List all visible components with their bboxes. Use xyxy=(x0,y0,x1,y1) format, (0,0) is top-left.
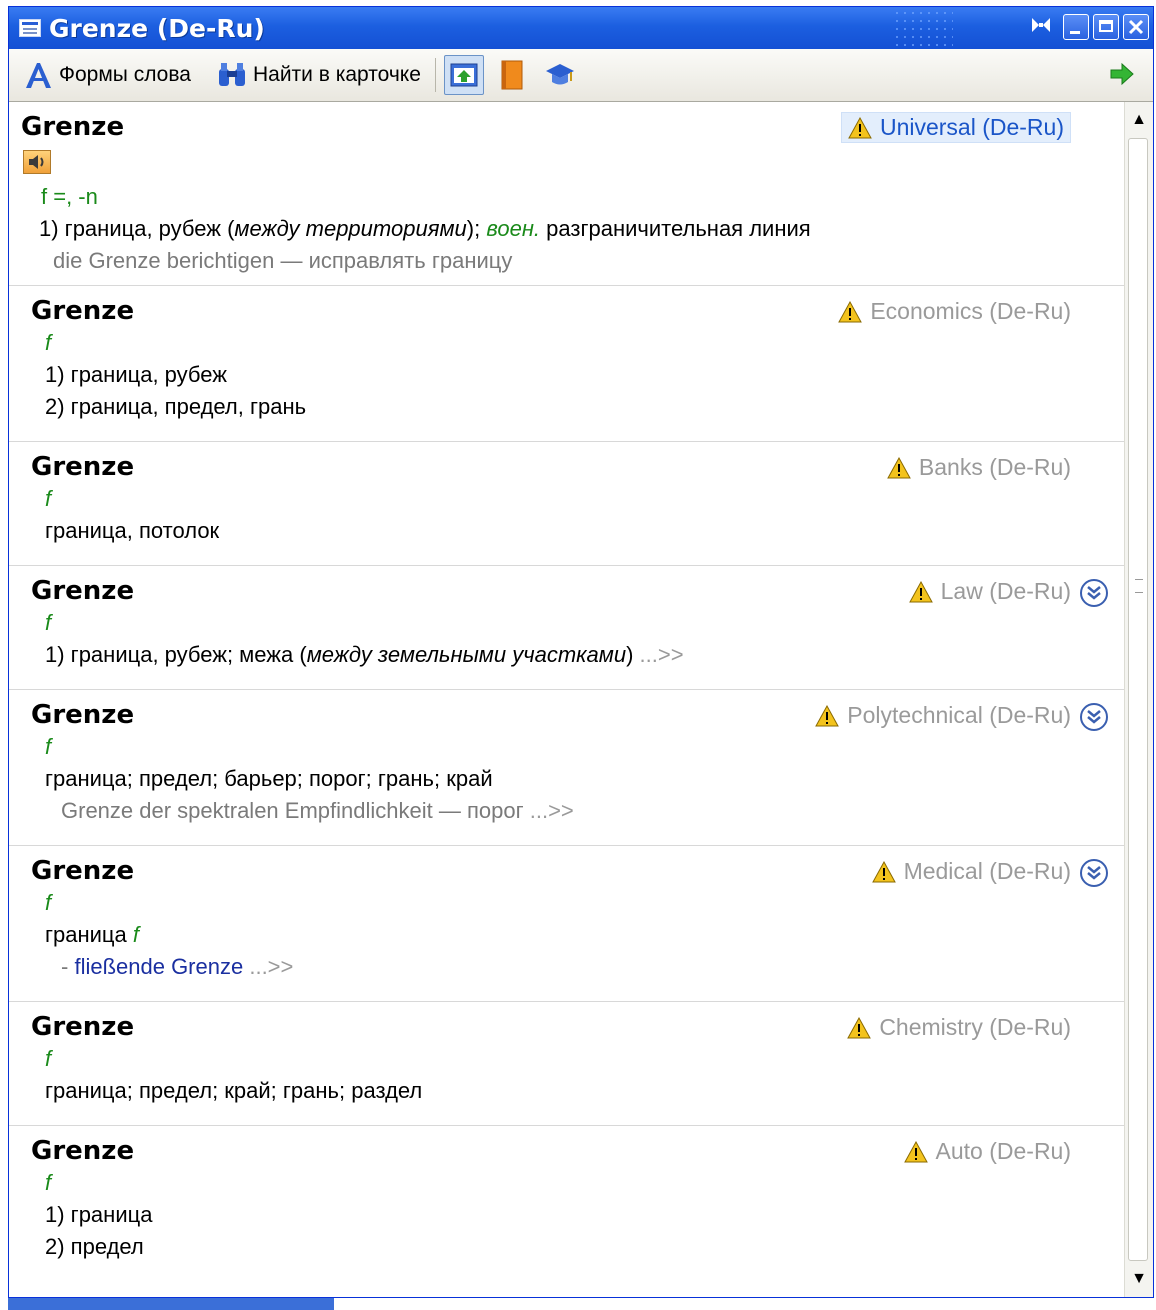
dictionary-button[interactable] xyxy=(492,55,532,95)
warning-icon xyxy=(903,1140,928,1162)
window-title: Grenze (De-Ru) xyxy=(49,13,265,43)
scroll-up-button[interactable]: ▲ xyxy=(1129,110,1149,130)
title-bar[interactable]: Grenze (De-Ru) xyxy=(9,7,1153,49)
sense-1: граница; предел; барьер; порог; грань; к… xyxy=(45,766,493,791)
card-up-icon xyxy=(450,63,478,87)
grammar-info: f xyxy=(45,486,52,511)
headword: Grenze xyxy=(31,576,135,606)
warning-icon xyxy=(815,704,840,726)
warning-icon xyxy=(838,300,863,322)
expand-chevron-icon[interactable] xyxy=(1079,858,1109,888)
sound-icon[interactable] xyxy=(23,150,51,174)
more-link[interactable]: ...>> xyxy=(640,642,684,667)
phrase-link[interactable]: fließende Grenze xyxy=(74,954,243,979)
word-forms-button[interactable]: Формы слова xyxy=(23,60,191,90)
minimize-button[interactable] xyxy=(1063,14,1089,40)
sense-1: 1) граница xyxy=(45,1202,153,1227)
dictionary-name[interactable]: Polytechnical (De-Ru) xyxy=(815,702,1071,729)
more-link[interactable]: ...>> xyxy=(249,954,293,979)
warning-icon xyxy=(848,116,872,138)
warning-icon xyxy=(908,580,933,602)
sense-2: 2) предел xyxy=(45,1234,144,1259)
grammar-info: f xyxy=(45,330,52,355)
warning-icon xyxy=(871,860,896,882)
scroll-down-button[interactable]: ▼ xyxy=(1129,1269,1149,1289)
dictionary-name[interactable]: Auto (De-Ru) xyxy=(903,1138,1071,1165)
word-forms-label: Формы слова xyxy=(59,63,191,86)
vertical-scrollbar[interactable]: ▲ ▼ xyxy=(1124,102,1153,1297)
card-law: Grenze Law (De-Ru) f 1) граница, рубеж; … xyxy=(9,566,1125,690)
usage-label: воен. xyxy=(486,216,541,241)
headword: Grenze xyxy=(31,296,135,326)
find-in-card-button[interactable]: Найти в карточке xyxy=(217,61,421,89)
dictionary-name[interactable]: Economics (De-Ru) xyxy=(838,298,1071,325)
card-economics: Grenze Economics (De-Ru) f 1) граница, р… xyxy=(9,286,1125,442)
grammar-info: f xyxy=(45,890,52,915)
close-icon xyxy=(1128,19,1144,35)
sense-1: 1) граница, рубеж xyxy=(45,362,227,387)
headword: Grenze xyxy=(31,452,135,482)
card-chemistry: Grenze Chemistry (De-Ru) f граница; пред… xyxy=(9,1002,1125,1126)
grammar-info: f xyxy=(45,734,52,759)
expand-chevron-icon[interactable] xyxy=(1079,702,1109,732)
grammar-info: f =, -n xyxy=(41,184,98,209)
warning-icon xyxy=(847,1016,872,1038)
scroll-thumb[interactable] xyxy=(1128,138,1148,1261)
more-link[interactable]: ...>> xyxy=(530,798,574,823)
card-universal: Grenze Universal (De-Ru) f =, -n 1) гран… xyxy=(9,102,1125,286)
sense-2: 2) граница, предел, грань xyxy=(45,394,307,419)
sense-1: граница, потолок xyxy=(45,518,220,543)
maximize-button[interactable] xyxy=(1093,14,1119,40)
headword: Grenze xyxy=(31,700,135,730)
binoculars-icon xyxy=(218,63,245,86)
find-in-card-label: Найти в карточке xyxy=(252,63,421,86)
dictionary-window: Grenze (De-Ru) Формы слова Найти в карто… xyxy=(8,6,1154,1298)
sense-1: граница f xyxy=(45,922,140,947)
title-decoration xyxy=(893,9,953,47)
sense-1: граница; предел; край; грань; раздел xyxy=(45,1078,423,1103)
tutor-button[interactable] xyxy=(540,55,580,95)
toolbar: Формы слова Найти в карточке xyxy=(9,49,1153,102)
grammar-info: f xyxy=(45,1046,52,1071)
grammar-info: f xyxy=(45,610,52,635)
card-medical: Grenze Medical (De-Ru) f граница f - fli… xyxy=(9,846,1125,1002)
example: Grenze der spektralen Empfindlichkeit — … xyxy=(61,798,574,823)
card-banks: Grenze Banks (De-Ru) f граница, потолок xyxy=(9,442,1125,566)
dictionary-name[interactable]: Law (De-Ru) xyxy=(908,578,1071,605)
arrow-right-icon xyxy=(1110,62,1134,86)
next-button[interactable] xyxy=(1109,61,1135,92)
word-forms-icon xyxy=(26,63,51,88)
taskbar-fragment xyxy=(8,1298,334,1310)
warning-icon xyxy=(887,456,911,478)
dictionary-name[interactable]: Chemistry (De-Ru) xyxy=(847,1014,1071,1041)
phrase: - fließende Grenze ...>> xyxy=(61,954,294,979)
book-icon xyxy=(501,60,523,90)
headword: Grenze xyxy=(31,1012,135,1042)
dictionary-name[interactable]: Universal (De-Ru) xyxy=(840,112,1071,143)
expand-chevron-icon[interactable] xyxy=(1079,578,1109,608)
grammar-info: f xyxy=(45,1170,52,1195)
close-button[interactable] xyxy=(1123,14,1149,40)
dictionary-name[interactable]: Medical (De-Ru) xyxy=(871,858,1071,885)
card-polytechnical: Grenze Polytechnical (De-Ru) f граница; … xyxy=(9,690,1125,846)
headword: Grenze xyxy=(31,1136,135,1166)
app-icon xyxy=(19,19,41,37)
graduation-cap-icon xyxy=(545,64,574,85)
sense-1: 1) граница, рубеж; межа (между земельным… xyxy=(45,642,684,667)
headword: Grenze xyxy=(31,856,135,886)
sense-1: 1) граница, рубеж (между территориями); … xyxy=(39,216,811,241)
show-all-cards-button[interactable] xyxy=(443,55,484,95)
dictionary-name[interactable]: Banks (De-Ru) xyxy=(887,454,1071,481)
example: die Grenze berichtigen — исправлять гран… xyxy=(53,248,513,273)
card-auto: Grenze Auto (De-Ru) f 1) граница 2) пред… xyxy=(9,1126,1125,1296)
pin-icon[interactable] xyxy=(1029,15,1053,39)
cards-area: Grenze Universal (De-Ru) f =, -n 1) гран… xyxy=(9,102,1125,1297)
headword: Grenze xyxy=(21,112,125,142)
scroll-grip xyxy=(1135,579,1143,593)
toolbar-separator xyxy=(434,58,436,92)
